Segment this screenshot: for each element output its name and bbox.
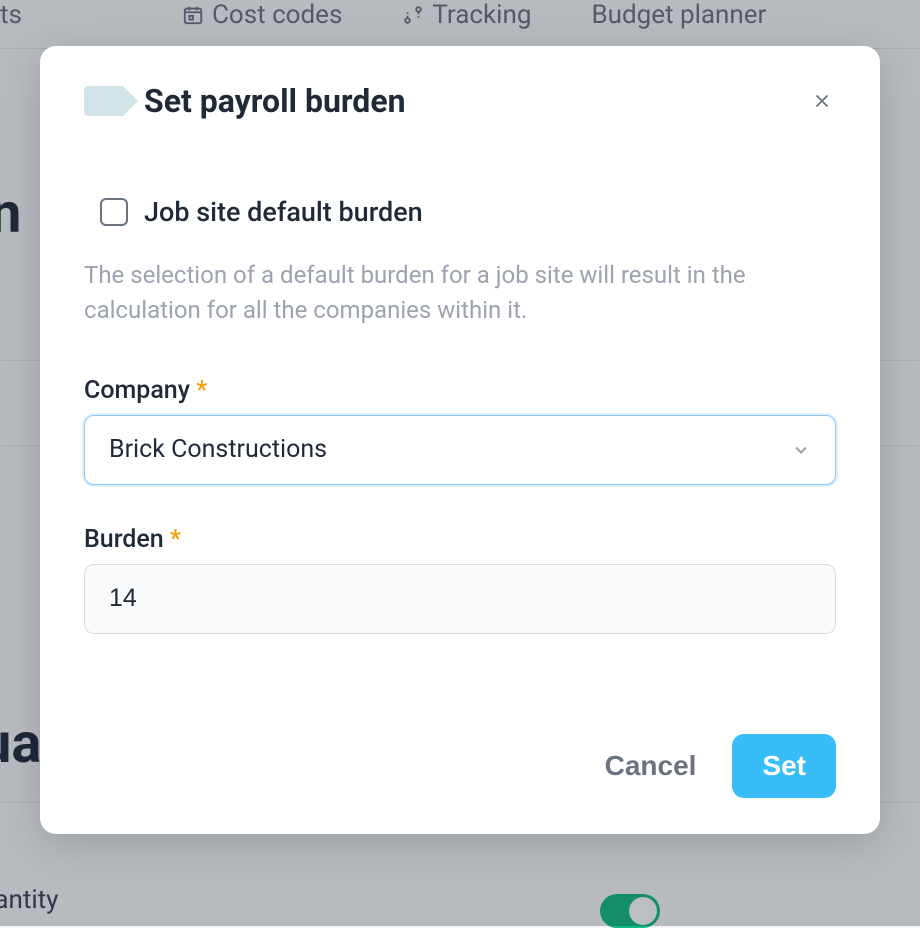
modal-title-wrap: Set payroll burden [84, 82, 406, 120]
company-label: Company * [84, 376, 836, 405]
burden-label: Burden * [84, 525, 836, 554]
company-select-value: Brick Constructions [109, 435, 327, 464]
helper-text: The selection of a default burden for a … [84, 258, 836, 328]
default-burden-checkbox-row: Job site default burden [84, 196, 836, 228]
company-select[interactable]: Brick Constructions [84, 415, 836, 485]
required-marker: * [170, 525, 181, 554]
modal-header: Set payroll burden [84, 82, 836, 120]
company-field: Company * Brick Constructions [84, 376, 836, 485]
burden-label-text: Burden [84, 525, 164, 554]
set-button[interactable]: Set [732, 734, 836, 798]
burden-field: Burden * [84, 525, 836, 634]
close-button[interactable] [808, 87, 836, 115]
default-burden-label: Job site default burden [144, 196, 423, 228]
modal-footer: Cancel Set [84, 734, 836, 798]
chevron-down-icon [791, 440, 811, 460]
company-label-text: Company [84, 376, 190, 405]
required-marker: * [196, 376, 207, 405]
cancel-button[interactable]: Cancel [597, 734, 705, 798]
set-payroll-burden-modal: Set payroll burden Job site default burd… [40, 46, 880, 834]
default-burden-checkbox[interactable] [100, 198, 128, 226]
burden-input[interactable] [84, 564, 836, 634]
close-icon [811, 90, 833, 112]
tag-icon [84, 86, 124, 116]
modal-title: Set payroll burden [144, 82, 406, 120]
